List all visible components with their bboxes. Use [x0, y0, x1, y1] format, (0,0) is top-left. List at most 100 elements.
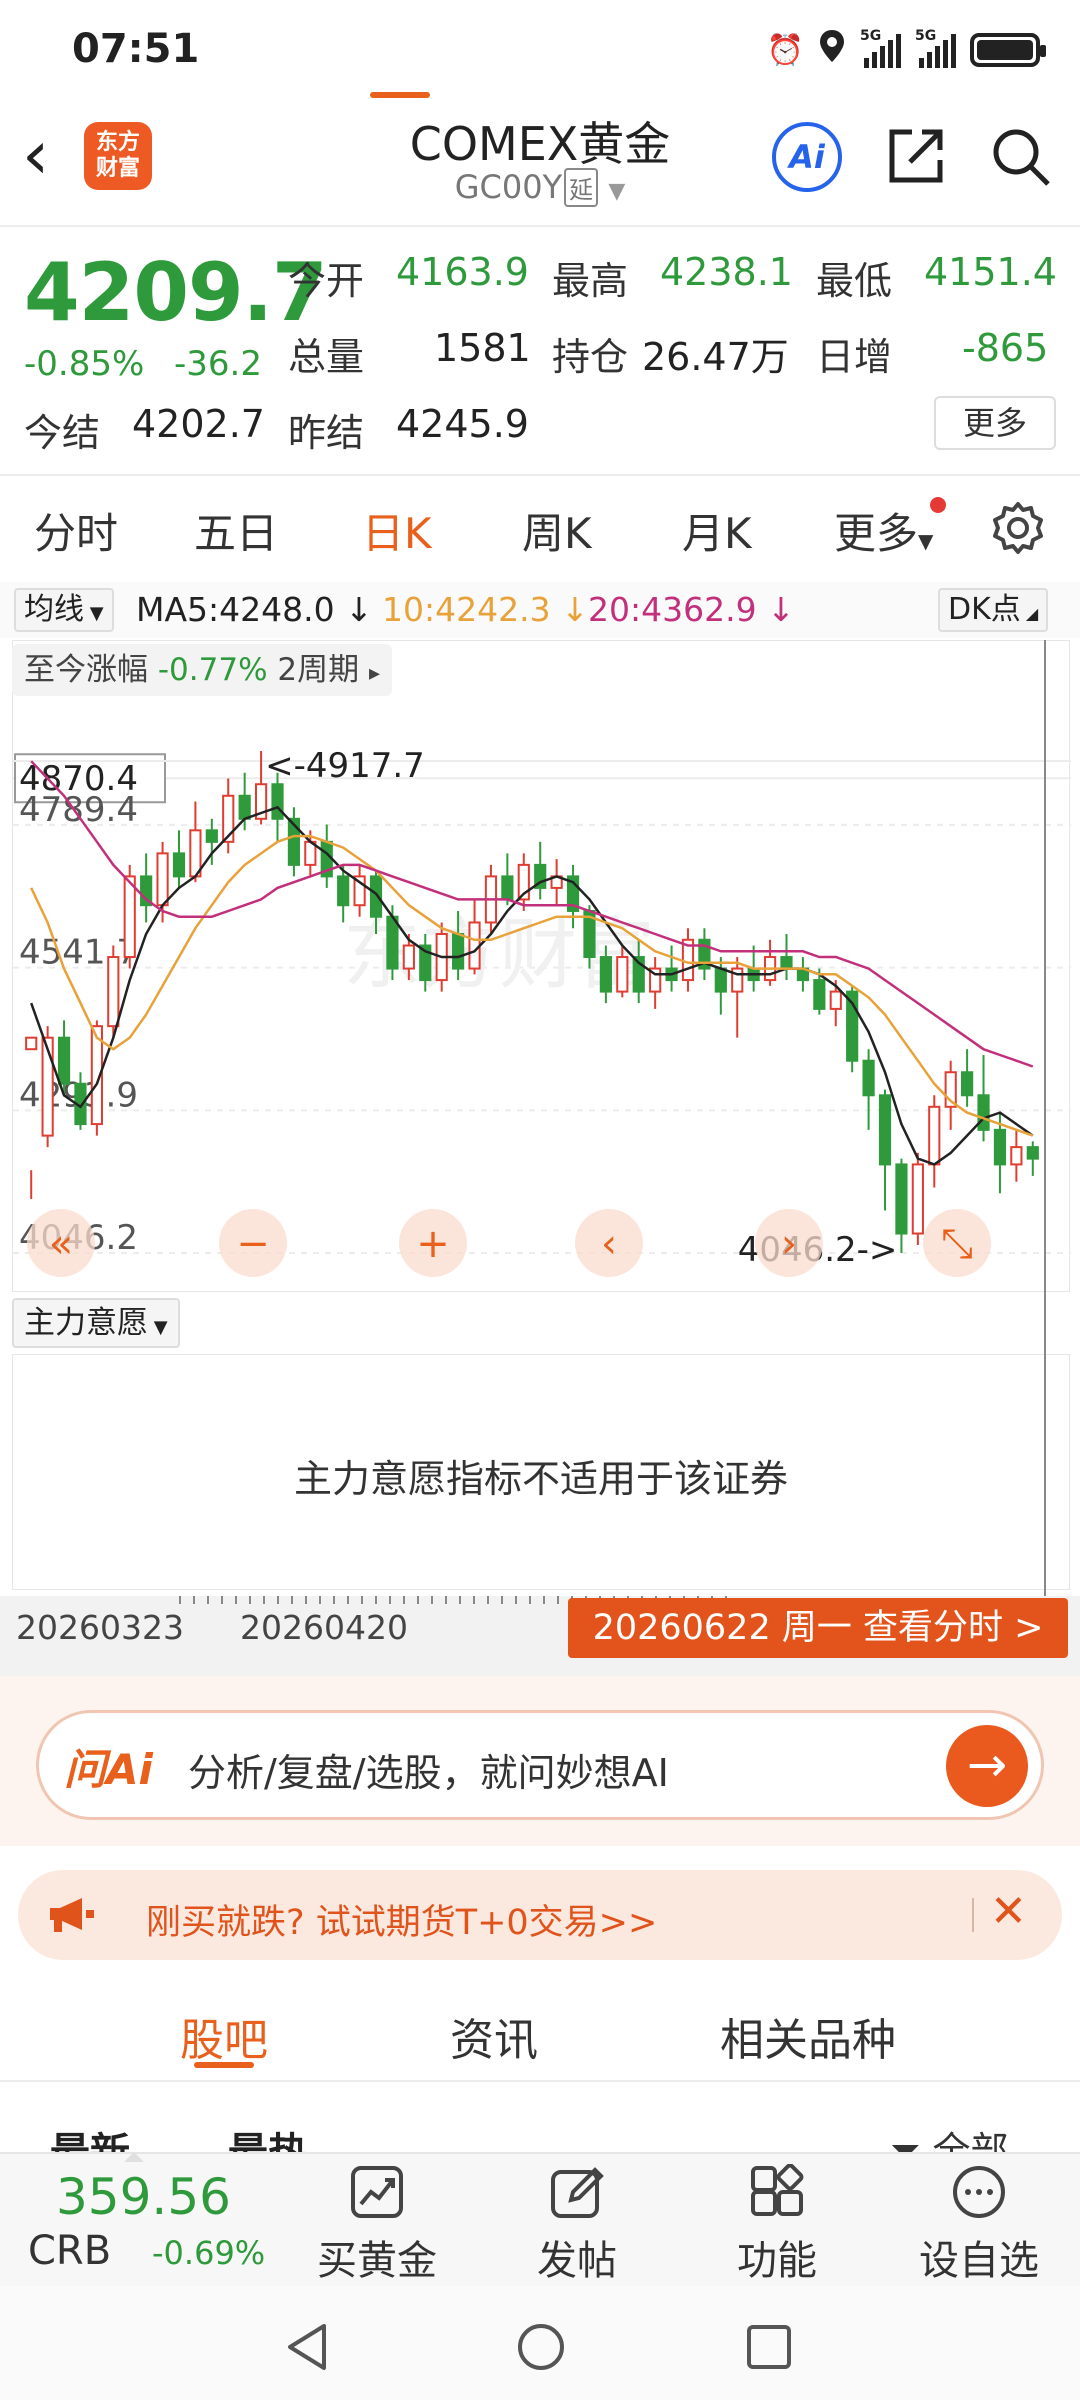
- divider: [0, 225, 1080, 227]
- candle-body: [878, 1094, 892, 1166]
- promo-close-button[interactable]: ✕: [990, 1886, 1027, 1937]
- date-label-2: 20260420: [240, 1608, 408, 1647]
- candle-body: [911, 1163, 924, 1235]
- last-price: 4209.7: [24, 246, 328, 339]
- prev-settle-label: 昨结: [288, 411, 365, 455]
- candle-body: [172, 852, 186, 878]
- high-value: 4238.1: [660, 250, 793, 294]
- gain-chip[interactable]: 至今涨幅 -0.77% 2周期 ▸: [12, 644, 393, 696]
- battery-icon: [970, 33, 1046, 67]
- volume-label: 总量: [288, 335, 365, 379]
- candle-body: [714, 967, 727, 993]
- tab-weekly-k[interactable]: 周K: [522, 500, 592, 561]
- candle-body: [813, 979, 826, 1010]
- location-icon: [818, 28, 846, 72]
- candle-body: [156, 852, 169, 907]
- chart-up-icon: [351, 2166, 403, 2218]
- candle-body: [616, 956, 629, 993]
- promo-text[interactable]: 刚买就跌? 试试期货T+0交易>>: [146, 1894, 657, 1945]
- close-icon: ✕: [990, 1886, 1027, 1937]
- high-label: 最高: [552, 259, 629, 303]
- buy-gold-button[interactable]: 买黄金: [302, 2164, 452, 2286]
- status-icons: ⏰ 5G 5G: [766, 28, 1046, 72]
- change-amount: -36.2: [174, 344, 262, 384]
- alarm-icon: ⏰: [766, 32, 804, 68]
- dk-label: DK点: [948, 592, 1021, 627]
- sort-hot[interactable]: 最热: [228, 2120, 308, 2154]
- candle-body: [271, 783, 284, 820]
- caret-down-icon: ▼: [148, 1317, 168, 1338]
- tab-five-day[interactable]: 五日: [194, 500, 278, 561]
- ma-bar: 均线 ▼ MA5:4248.0 ↓ 10:4242.3 ↓ 20:4362.9 …: [0, 582, 1080, 638]
- system-nav-bar: [0, 2286, 1080, 2400]
- filter-all[interactable]: ⏷ 全部: [890, 2120, 1009, 2154]
- nav-recents-icon[interactable]: [746, 2324, 792, 2370]
- more-quote-button[interactable]: 更多: [934, 396, 1056, 450]
- y-tick-label: 4789.4: [19, 790, 138, 830]
- candle-body: [1026, 1146, 1039, 1160]
- candle-body: [961, 1071, 974, 1097]
- indicator-selector-label: 主力意愿: [24, 1305, 148, 1341]
- candle-body: [862, 1059, 875, 1097]
- ai-logo: 问Ai: [64, 1745, 153, 1794]
- sort-latest[interactable]: 最新: [50, 2120, 130, 2154]
- add-watchlist-button[interactable]: 设自选: [904, 2164, 1054, 2286]
- tab-more[interactable]: 更多▼: [834, 500, 933, 561]
- nav-back-icon[interactable]: [284, 2322, 330, 2372]
- post-button[interactable]: 发帖: [502, 2164, 652, 2286]
- tab-intraday[interactable]: 分时: [34, 500, 118, 561]
- candle-body: [599, 956, 612, 993]
- volume-value: 1581: [434, 326, 531, 370]
- open-label: 今开: [288, 259, 365, 303]
- chevron-right-icon: ▸: [368, 661, 381, 686]
- tab-daily-k[interactable]: 日K: [362, 500, 432, 561]
- ma10-value: 10:4242.3 ↓: [382, 590, 589, 629]
- chart-control-icon: «: [49, 1221, 73, 1267]
- indicator-selector[interactable]: 主力意愿 ▼: [12, 1298, 180, 1348]
- crb-name[interactable]: CRB: [28, 2228, 111, 2274]
- tab-guba[interactable]: 股吧: [180, 2004, 268, 2068]
- candle-body: [993, 1128, 1007, 1166]
- ma20-value: 20:4362.9 ↓: [588, 590, 795, 629]
- tab-related[interactable]: 相关品种: [720, 2004, 896, 2068]
- filter-label: 全部: [932, 2129, 1009, 2154]
- code-text: GC00Y: [454, 168, 563, 206]
- oi-label: 持仓: [552, 335, 629, 379]
- crb-value[interactable]: 359.56: [56, 2168, 231, 2226]
- candle-body: [928, 1105, 941, 1166]
- ma-selector-label: 均线: [24, 592, 84, 627]
- low-value: 4151.4: [924, 250, 1057, 294]
- crb-change: -0.69%: [152, 2234, 266, 2272]
- functions-button[interactable]: 功能: [702, 2164, 852, 2286]
- promo-separator: [972, 1898, 974, 1932]
- tab-monthly-k[interactable]: 月K: [682, 500, 752, 561]
- gain-value: -0.77%: [157, 652, 268, 688]
- gain-label: 至今涨幅: [24, 652, 148, 688]
- signal-icon-2: 5G: [915, 28, 956, 68]
- candle-body: [386, 915, 399, 970]
- ma5-value: MA5:4248.0 ↓: [136, 590, 373, 629]
- candle-body: [337, 875, 350, 907]
- delay-tag: 延: [564, 168, 599, 207]
- dk-point-selector[interactable]: DK点 ◢: [938, 588, 1049, 632]
- search-icon: [993, 129, 1050, 186]
- ai-button[interactable]: Ai: [772, 122, 842, 192]
- tab-news[interactable]: 资讯: [450, 2004, 538, 2068]
- period-tabs: 分时 五日 日K 周K 月K 更多▼: [0, 480, 1080, 580]
- settle-value: 4202.7: [132, 402, 265, 446]
- arrow-right-icon: →: [966, 1737, 1008, 1793]
- settings-button[interactable]: [990, 500, 1046, 560]
- kline-chart[interactable]: 4870.44789.44541.74293.94046.2 东方财富 <-49…: [12, 640, 1071, 1292]
- ai-submit-button[interactable]: →: [946, 1725, 1028, 1807]
- share-button[interactable]: [886, 126, 946, 186]
- oi-value: 26.47万: [642, 335, 789, 379]
- view-intraday-button[interactable]: 20260622 周一 查看分时 >: [568, 1598, 1068, 1658]
- ma5-text: MA5:4248.0: [136, 590, 335, 629]
- megaphone-icon: [50, 1898, 94, 1932]
- buy-gold-label: 买黄金: [317, 2238, 437, 2284]
- tab-more-label: 更多: [834, 509, 919, 558]
- ma-selector[interactable]: 均线 ▼: [14, 588, 114, 632]
- nav-home-icon[interactable]: [516, 2322, 566, 2372]
- search-button[interactable]: [990, 126, 1052, 188]
- status-time: 07:51: [72, 26, 200, 72]
